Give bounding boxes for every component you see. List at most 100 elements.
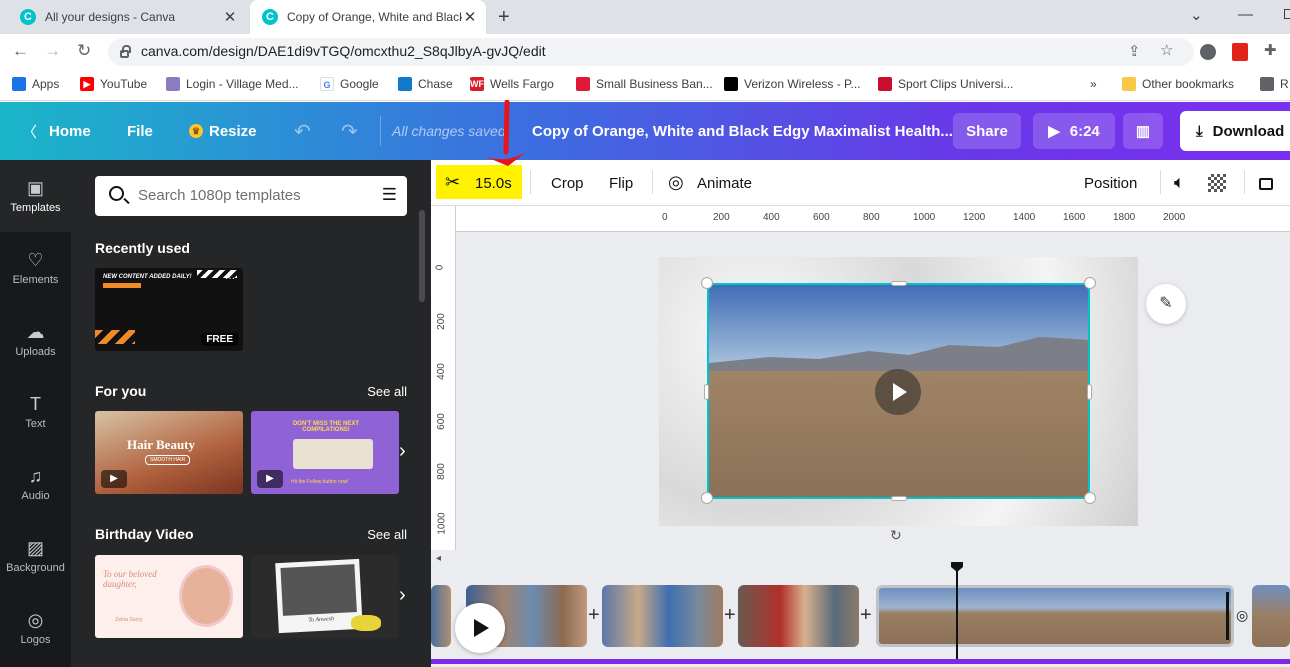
rail-text[interactable]: T Text <box>0 376 71 448</box>
template-thumbnail[interactable]: To our beloved daughter, Zahra Darcy <box>95 555 243 638</box>
bookmark-google[interactable]: G Google <box>320 77 379 91</box>
resize-handle[interactable] <box>1084 277 1096 289</box>
add-comment-icon[interactable]: ✎ <box>1146 284 1186 324</box>
thumb-text: To Anwesh <box>308 616 335 624</box>
trim-handle[interactable] <box>1226 592 1229 640</box>
close-icon[interactable]: ✕ <box>462 8 478 26</box>
chevron-right-icon[interactable]: › <box>399 440 406 463</box>
bookmark-wells-fargo[interactable]: WF Wells Fargo <box>470 77 554 91</box>
timeline-clip[interactable] <box>738 585 859 647</box>
add-clip-icon[interactable]: + <box>724 604 736 627</box>
resize-button[interactable]: ♛ Resize <box>189 102 257 160</box>
birthday-see-all-link[interactable]: See all <box>367 527 407 542</box>
reload-icon[interactable]: ↻ <box>77 41 91 61</box>
ruler-tick: 1600 <box>1063 212 1086 223</box>
lock-icon[interactable] <box>1259 178 1273 190</box>
design-title[interactable]: Copy of Orange, White and Black Edgy Max… <box>532 102 953 160</box>
share-page-icon[interactable]: ⇪ <box>1128 42 1141 60</box>
bookmark-label: Verizon Wireless - P... <box>744 77 861 91</box>
template-thumbnail[interactable]: Hair Beauty SMOOTH HAIR ▶ <box>95 411 243 494</box>
timeline-clip-selected[interactable] <box>876 585 1234 647</box>
resize-handle[interactable] <box>701 277 713 289</box>
rail-logos[interactable]: ◎ Logos <box>0 592 71 664</box>
more-options-icon[interactable]: ··· <box>225 273 235 284</box>
bookmark-small-business[interactable]: Small Business Ban... <box>576 77 713 91</box>
rail-uploads[interactable]: ☁ Uploads <box>0 304 71 376</box>
for-you-see-all-link[interactable]: See all <box>367 384 407 399</box>
timeline-play-button[interactable] <box>455 603 505 653</box>
recently-used-heading: Recently used <box>95 240 190 256</box>
bookmark-village-med[interactable]: Login - Village Med... <box>166 77 299 91</box>
timeline-scroll-left-icon[interactable]: ◂ <box>436 553 441 564</box>
rail-label: Logos <box>20 634 51 646</box>
reading-list[interactable]: R <box>1260 77 1289 91</box>
bookmark-star-icon[interactable]: ☆ <box>1160 41 1173 59</box>
rail-templates[interactable]: ▣ Templates <box>0 160 71 232</box>
tab-search-icon[interactable]: ⌄ <box>1190 6 1203 24</box>
resize-handle[interactable] <box>1084 492 1096 504</box>
volume-icon[interactable]: 🔈︎ <box>1174 172 1185 193</box>
insights-chart-icon[interactable]: ▥ <box>1123 113 1163 149</box>
undo-icon[interactable]: ↶ <box>294 102 311 160</box>
add-clip-icon[interactable]: + <box>860 604 872 627</box>
browser-tab-active[interactable]: C Copy of Orange, White and Black ✕ <box>250 0 486 34</box>
timeline-clip[interactable] <box>1252 585 1290 647</box>
playhead[interactable] <box>956 566 958 660</box>
resize-handle[interactable] <box>1087 384 1092 400</box>
timeline-clip[interactable] <box>431 585 451 647</box>
transition-icon[interactable]: ◎ <box>1236 607 1248 624</box>
home-button[interactable]: 〈 Home <box>22 102 91 160</box>
bookmarks-more-icon[interactable]: » <box>1090 77 1097 91</box>
resize-handle[interactable] <box>704 384 709 400</box>
animate-button[interactable]: Animate <box>697 175 752 192</box>
file-menu-button[interactable]: File <box>127 102 153 160</box>
share-button[interactable]: Share <box>953 113 1021 149</box>
panel-scrollbar[interactable] <box>419 210 425 302</box>
bookmark-sport-clips[interactable]: Sport Clips Universi... <box>878 77 1013 91</box>
pdf-extension-icon[interactable] <box>1232 43 1248 61</box>
position-button[interactable]: Position <box>1084 175 1137 192</box>
bookmark-apps[interactable]: Apps <box>12 77 59 91</box>
template-thumbnail[interactable]: DON'T MISS THE NEXT COMPILATIONS! Hit th… <box>251 411 399 494</box>
birthday-video-heading: Birthday Video <box>95 526 194 542</box>
skype-extension-icon[interactable] <box>1200 44 1216 60</box>
browser-tab-all-designs[interactable]: C All your designs - Canva ✕ <box>8 0 246 34</box>
bookmark-other[interactable]: Other bookmarks <box>1122 77 1234 91</box>
download-button[interactable]: ⤓ Download <box>1180 111 1290 151</box>
maximize-icon[interactable] <box>1284 9 1290 19</box>
search-input[interactable]: Search 1080p templates ☰ <box>95 176 407 216</box>
rail-background[interactable]: ▨ Background <box>0 520 71 592</box>
play-video-button[interactable] <box>875 369 921 415</box>
flip-button[interactable]: Flip <box>609 175 633 192</box>
bookmark-youtube[interactable]: ▶ YouTube <box>80 77 147 91</box>
back-arrow-icon[interactable]: ← <box>12 41 29 61</box>
transparency-icon[interactable] <box>1208 174 1226 192</box>
rail-elements[interactable]: ♡ Elements <box>0 232 71 304</box>
rail-audio[interactable]: ♫ Audio <box>0 448 71 520</box>
template-thumbnail[interactable]: NEW CONTENT ADDED DAILY! ··· FREE <box>95 268 243 351</box>
chevron-right-icon[interactable]: › <box>399 584 406 607</box>
crop-button[interactable]: Crop <box>551 175 584 192</box>
new-tab-button[interactable]: + <box>498 6 510 28</box>
scissors-icon[interactable]: ✂ <box>445 172 460 193</box>
resize-handle[interactable] <box>701 492 713 504</box>
redo-icon[interactable]: ↷ <box>341 102 358 160</box>
bookmark-label: Other bookmarks <box>1142 77 1235 91</box>
extensions-puzzle-icon[interactable]: ✚ <box>1264 41 1277 59</box>
forward-arrow-icon[interactable]: → <box>44 41 61 61</box>
present-play-button[interactable]: ▶ 6:24 <box>1033 113 1115 149</box>
resize-handle[interactable] <box>891 281 907 286</box>
template-thumbnail[interactable]: To Anwesh <box>251 555 399 638</box>
url-field[interactable]: canva.com/design/DAE1di9vTGQ/omcxthu2_S8… <box>108 38 1194 66</box>
add-clip-icon[interactable]: + <box>588 604 600 627</box>
timeline-clip[interactable] <box>602 585 723 647</box>
resize-handle[interactable] <box>891 496 907 501</box>
animate-icon[interactable]: ◎ <box>668 172 684 193</box>
bookmark-verizon[interactable]: Verizon Wireless - P... <box>724 77 860 91</box>
close-icon[interactable]: ✕ <box>222 8 238 26</box>
filter-sliders-icon[interactable]: ☰ <box>382 185 397 205</box>
bookmark-chase[interactable]: Chase <box>398 77 453 91</box>
minimize-icon[interactable]: — <box>1238 6 1253 23</box>
ruler-tick: 800 <box>435 463 447 480</box>
rotate-icon[interactable]: ↻ <box>890 527 902 544</box>
